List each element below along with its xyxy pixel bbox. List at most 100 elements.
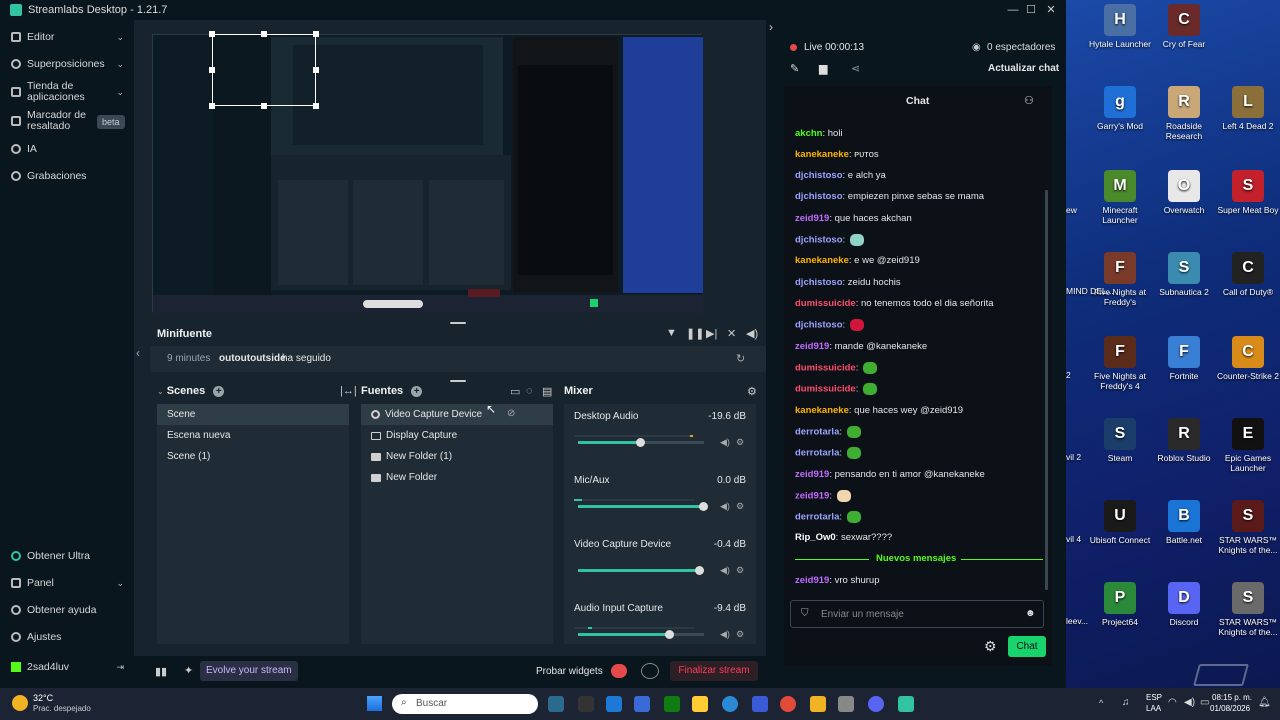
volume-knob[interactable]	[695, 566, 705, 575]
nav-app-store[interactable]: Tienda de aplicaciones ⌄	[0, 80, 134, 104]
desktop-shortcut[interactable]: S Steam	[1088, 418, 1152, 463]
speaker-icon[interactable]: ◀)	[720, 629, 730, 640]
desktop-shortcut[interactable]: C Counter-Strike 2	[1216, 336, 1280, 381]
chrome-icon[interactable]	[780, 696, 796, 712]
maximize-icon[interactable]: ☐	[1023, 2, 1039, 18]
weather-temp[interactable]: 32°C	[33, 693, 53, 703]
nav-get-ultra[interactable]: Obtener Ultra	[0, 549, 134, 563]
desktop-shortcut[interactable]: S STAR WARS™ Knights of the...	[1216, 582, 1280, 637]
task-view-icon[interactable]	[578, 696, 594, 712]
desktop-shortcut[interactable]: L Left 4 Dead 2	[1216, 86, 1280, 131]
volume-slider[interactable]	[578, 502, 708, 511]
microphone-icon[interactable]: ♫	[1122, 697, 1130, 708]
taskbar-search[interactable]: ⌕ Buscar	[392, 694, 538, 714]
desktop-shortcut[interactable]: C Call of Duty®	[1216, 252, 1280, 297]
scene-item[interactable]: Scene (1)	[157, 446, 349, 467]
clock-date[interactable]: 01/08/2026	[1210, 704, 1250, 713]
speaker-icon[interactable]: ◀)	[720, 565, 730, 576]
resize-handle[interactable]	[261, 31, 267, 37]
chevron-up-icon[interactable]: ^	[1099, 698, 1103, 708]
desktop-shortcut[interactable]: M Minecraft Launcher	[1088, 170, 1152, 225]
edit-icon[interactable]: ✎	[790, 62, 799, 75]
source-item[interactable]: New Folder	[361, 467, 553, 488]
wifi-icon[interactable]: ◠	[1168, 697, 1177, 708]
chevron-left-icon[interactable]: ‹	[136, 346, 140, 360]
test-widgets-label[interactable]: Probar widgets	[536, 666, 603, 677]
desktop-shortcut[interactable]: O Overwatch	[1152, 170, 1216, 215]
desktop-shortcut[interactable]: R Roblox Studio	[1152, 418, 1216, 463]
speaker-icon[interactable]: ◀)	[720, 437, 730, 448]
resize-handle[interactable]	[261, 103, 267, 109]
nav-ai[interactable]: IA	[0, 142, 134, 156]
streamlabs-taskbar-icon[interactable]	[898, 696, 914, 712]
taskbar-app-icon[interactable]	[548, 696, 564, 712]
logout-icon[interactable]: ⇥	[116, 662, 124, 673]
resize-handle[interactable]	[209, 67, 215, 73]
source-item[interactable]: New Folder (1)	[361, 446, 553, 467]
evolve-button[interactable]: Evolve your stream	[200, 661, 298, 681]
nav-editor[interactable]: Editor ⌄	[0, 30, 134, 44]
refresh-chat-button[interactable]: Actualizar chat	[988, 63, 1059, 74]
stats-icon[interactable]: ▮▮	[155, 665, 167, 678]
mute-alerts-icon[interactable]: ✕	[727, 327, 736, 340]
desktop-shortcut[interactable]: S Super Meat Boy	[1216, 170, 1280, 215]
taskbar-app-icon[interactable]	[634, 696, 650, 712]
replay-buffer-icon[interactable]	[641, 663, 659, 679]
add-folder-icon[interactable]: ▭	[510, 385, 520, 398]
volume-knob[interactable]	[699, 502, 708, 511]
language-label-2[interactable]: LAA	[1146, 704, 1161, 713]
volume-slider[interactable]	[578, 566, 705, 575]
record-button[interactable]	[611, 664, 627, 678]
volume-knob[interactable]	[636, 438, 645, 447]
desktop-shortcut[interactable]: F Five Nights at Freddy's	[1088, 252, 1152, 307]
resize-handle[interactable]	[313, 103, 319, 109]
scene-transitions-icon[interactable]: |↔|	[340, 385, 357, 397]
chevron-right-icon[interactable]: ›	[769, 20, 773, 34]
partial-shortcut-label[interactable]: MIND DEL...	[1066, 286, 1114, 296]
desktop-shortcut[interactable]: S Subnautica 2	[1152, 252, 1216, 297]
file-explorer-icon[interactable]	[810, 696, 826, 712]
chevron-down-icon[interactable]: ⌄	[157, 387, 164, 396]
start-icon[interactable]	[367, 696, 382, 711]
desktop-shortcut[interactable]: F Five Nights at Freddy's 4	[1088, 336, 1152, 391]
volume-icon[interactable]: ◀)	[746, 327, 758, 340]
taskbar-app-icon[interactable]	[838, 696, 854, 712]
chat-input[interactable]: ⛉ Enviar un mensaje ☻	[790, 600, 1044, 628]
gear-icon[interactable]: ⚙	[736, 437, 744, 448]
folder-icon[interactable]: ▤	[542, 385, 552, 398]
battery-icon[interactable]: ▭	[1200, 697, 1209, 708]
emoji-icon[interactable]: ☻	[1025, 608, 1036, 619]
scene-item[interactable]: Escena nueva	[157, 425, 349, 446]
language-label[interactable]: ESP	[1146, 693, 1162, 702]
gear-icon[interactable]: ⚙	[736, 565, 744, 576]
nav-dashboard[interactable]: Panel ⌄	[0, 576, 134, 590]
desktop-shortcut[interactable]: U Ubisoft Connect	[1088, 500, 1152, 545]
scene-item[interactable]: Scene	[157, 404, 349, 425]
resize-handle[interactable]	[313, 31, 319, 37]
notification-icon[interactable]: 🔔︎	[1258, 697, 1271, 708]
partial-shortcut-label[interactable]: ew	[1066, 205, 1077, 215]
add-scene-icon[interactable]: +	[213, 385, 225, 397]
partial-shortcut-label[interactable]: leev...	[1066, 616, 1088, 626]
partial-shortcut-label[interactable]: 2	[1066, 370, 1071, 380]
desktop-shortcut[interactable]: R Roadside Research	[1152, 86, 1216, 141]
desktop-shortcut[interactable]: H Hytale Launcher	[1088, 4, 1152, 49]
nav-help[interactable]: Obtener ayuda	[0, 603, 134, 617]
gear-icon[interactable]: ⚙	[736, 501, 744, 512]
gear-icon[interactable]: ⚙	[984, 638, 997, 655]
volume-knob[interactable]	[664, 630, 674, 639]
nav-highlighter[interactable]: Marcador de resaltado beta	[0, 109, 134, 133]
desktop-shortcut[interactable]: S STAR WARS™ Knights of the...	[1216, 500, 1280, 555]
nav-overlays[interactable]: Superposiciones ⌄	[0, 57, 134, 71]
edge-icon[interactable]	[722, 696, 738, 712]
send-chat-button[interactable]: Chat	[1008, 636, 1046, 657]
discord-icon[interactable]	[868, 696, 884, 712]
partial-shortcut-label[interactable]: vil 4	[1066, 534, 1081, 544]
speaker-icon[interactable]: ◀)	[720, 501, 730, 512]
volume-slider[interactable]	[578, 438, 704, 447]
desktop-shortcut[interactable]: g Garry's Mod	[1088, 86, 1152, 131]
pause-icon[interactable]: ❚❚	[686, 327, 704, 340]
taskbar-app-icon[interactable]	[692, 696, 708, 712]
nav-user[interactable]: 2sad4luv ⇥	[0, 660, 134, 674]
xbox-icon[interactable]	[664, 696, 680, 712]
